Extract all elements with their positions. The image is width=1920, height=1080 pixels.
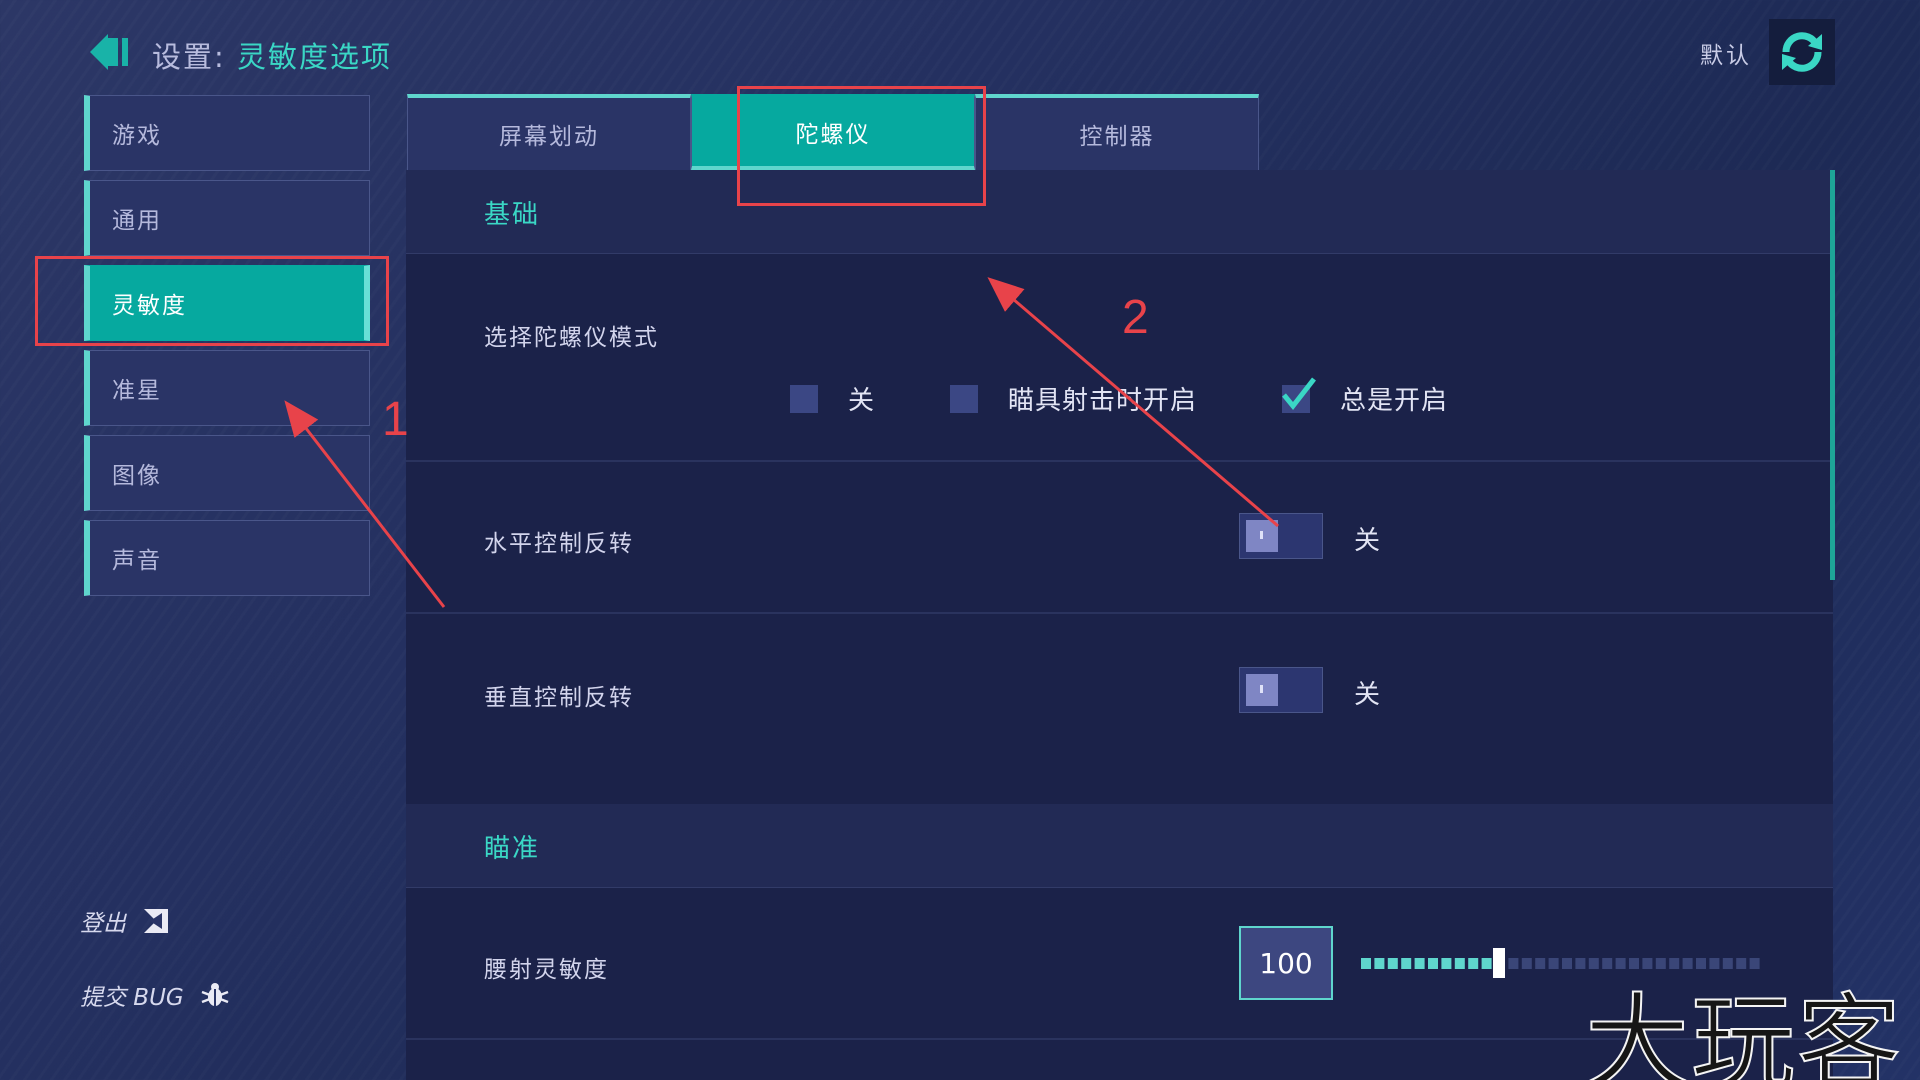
tab-label: 控制器 bbox=[1079, 124, 1155, 150]
sidebar-item-label: 图像 bbox=[112, 463, 162, 489]
gyro-mode-label: 选择陀螺仪模式 bbox=[484, 325, 659, 351]
slider-segment bbox=[1387, 958, 1398, 969]
page-title-accent: 灵敏度选项 bbox=[237, 40, 393, 74]
option-label: 瞄具射击时开启 bbox=[1008, 386, 1198, 416]
back-button[interactable] bbox=[86, 30, 134, 74]
watermark: 大玩客 bbox=[1584, 981, 1904, 1080]
slider-segment bbox=[1401, 958, 1412, 969]
settings-panel: 基础 选择陀螺仪模式 关 瞄具射击时开启 总是开启 水平控制反转 关 垂直控制反… bbox=[406, 170, 1833, 1080]
slider-handle[interactable] bbox=[1493, 948, 1505, 978]
panel-scrollbar[interactable] bbox=[1830, 170, 1835, 580]
tab-screen-swipe[interactable]: 屏幕划动 bbox=[407, 94, 691, 170]
sidebar-item-audio[interactable]: 声音 bbox=[84, 520, 370, 596]
option-label: 总是开启 bbox=[1340, 386, 1449, 416]
checkbox-checked[interactable] bbox=[1282, 376, 1316, 413]
slider-segment bbox=[1535, 958, 1546, 969]
slider-segment bbox=[1441, 958, 1452, 969]
slider-segment bbox=[1562, 958, 1572, 969]
hip-sensitivity-label: 腰射灵敏度 bbox=[484, 957, 609, 983]
sidebar-item-game[interactable]: 游戏 bbox=[84, 95, 370, 171]
option-label: 关 bbox=[848, 386, 876, 416]
slider-segment bbox=[1548, 958, 1559, 969]
reset-default-button[interactable] bbox=[1769, 19, 1835, 85]
section-title: 瞄准 bbox=[484, 834, 541, 864]
sidebar-item-general[interactable]: 通用 bbox=[84, 180, 370, 256]
horizontal-invert-label: 水平控制反转 bbox=[484, 531, 634, 557]
gyro-mode-option-scope[interactable]: 瞄具射击时开启 bbox=[950, 380, 1197, 417]
logout-button[interactable]: 登出 bbox=[80, 904, 170, 938]
toggle-knob bbox=[1246, 520, 1278, 552]
gyro-mode-option-off[interactable]: 关 bbox=[790, 380, 875, 417]
slider-segment bbox=[1508, 958, 1519, 969]
checkbox[interactable] bbox=[790, 384, 818, 413]
section-header-basic: 基础 bbox=[406, 170, 1833, 254]
sidebar-item-label: 准星 bbox=[112, 378, 162, 404]
vertical-invert-label: 垂直控制反转 bbox=[484, 685, 634, 711]
slider-segment bbox=[1521, 958, 1532, 969]
annotation-box-gyro-tab bbox=[737, 86, 986, 206]
section-header-aim: 瞄准 bbox=[406, 804, 1833, 888]
horizontal-invert-toggle[interactable] bbox=[1239, 513, 1323, 559]
sidebar-item-crosshair[interactable]: 准星 bbox=[84, 350, 370, 426]
slider-segment bbox=[1374, 958, 1385, 969]
page-title-prefix: 设置: bbox=[152, 40, 226, 74]
slider-segment bbox=[1481, 958, 1492, 969]
report-bug-button[interactable]: 提交 BUG bbox=[80, 978, 230, 1012]
vertical-invert-state: 关 bbox=[1354, 680, 1381, 710]
slider-segment bbox=[1454, 958, 1465, 969]
row-divider bbox=[406, 612, 1833, 614]
back-arrow-icon bbox=[90, 34, 128, 70]
logout-label: 登出 bbox=[80, 911, 126, 937]
gyro-mode-option-always[interactable]: 总是开启 bbox=[1282, 376, 1449, 417]
annotation-number-1: 1 bbox=[382, 393, 409, 446]
section-title: 基础 bbox=[484, 200, 541, 230]
report-bug-label: 提交 BUG bbox=[80, 985, 184, 1011]
vertical-invert-toggle[interactable] bbox=[1239, 667, 1323, 713]
slider-segment bbox=[1575, 958, 1586, 969]
slider-segment bbox=[1361, 958, 1371, 969]
checkmark-icon bbox=[1282, 376, 1316, 410]
sidebar-item-graphics[interactable]: 图像 bbox=[84, 435, 370, 511]
horizontal-invert-state: 关 bbox=[1354, 526, 1381, 556]
row-divider bbox=[406, 460, 1833, 462]
sidebar-item-label: 游戏 bbox=[112, 123, 162, 149]
sidebar-item-label: 通用 bbox=[112, 208, 162, 234]
toggle-knob bbox=[1246, 674, 1278, 706]
tab-label: 屏幕划动 bbox=[499, 124, 599, 150]
annotation-box-sensitivity bbox=[35, 256, 389, 346]
sidebar-item-label: 声音 bbox=[112, 548, 162, 574]
slider-segment bbox=[1428, 958, 1438, 969]
hip-sensitivity-value[interactable]: 100 bbox=[1239, 926, 1333, 1000]
slider-segment bbox=[1468, 958, 1479, 969]
annotation-number-2: 2 bbox=[1122, 291, 1149, 344]
bug-icon bbox=[201, 983, 229, 1006]
tab-controller[interactable]: 控制器 bbox=[975, 94, 1259, 170]
logout-icon bbox=[144, 909, 168, 933]
slider-segment bbox=[1414, 958, 1425, 969]
page-title: 设置: 灵敏度选项 bbox=[152, 34, 392, 76]
default-label[interactable]: 默认 bbox=[1700, 36, 1752, 70]
checkbox[interactable] bbox=[950, 384, 978, 413]
refresh-icon bbox=[1782, 32, 1822, 72]
